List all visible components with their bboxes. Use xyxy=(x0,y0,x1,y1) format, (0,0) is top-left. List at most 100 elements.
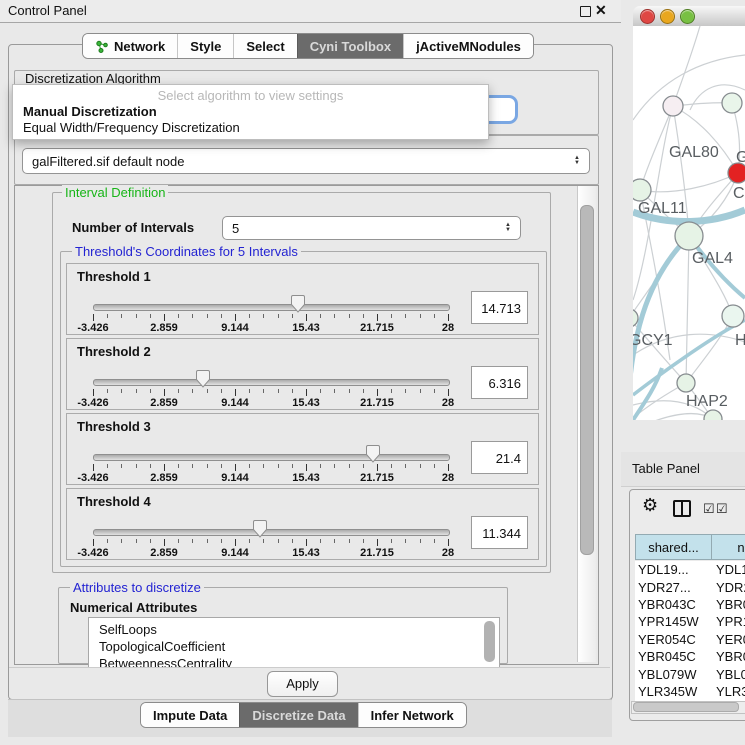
network-canvas[interactable]: GAL80GACGAL11GAL4GCY1HHAP2 xyxy=(633,26,745,420)
threshold-4-slider-thumb[interactable] xyxy=(252,519,268,539)
interval-definition-title: Interval Definition xyxy=(62,185,168,200)
tab-impute-data[interactable]: Impute Data xyxy=(141,703,239,727)
horizontal-scrollbar-thumb[interactable] xyxy=(633,702,739,712)
network-node[interactable] xyxy=(728,163,745,183)
attribute-item-topologicalcoefficient[interactable]: TopologicalCoefficient xyxy=(89,638,499,655)
slider-tick xyxy=(391,539,392,543)
checkbox-icon[interactable]: ☑ xyxy=(716,501,728,517)
slider-tick xyxy=(377,539,378,546)
network-node[interactable] xyxy=(704,410,722,420)
tab-cyni-toolbox[interactable]: Cyni Toolbox xyxy=(297,34,403,58)
slider-tick xyxy=(107,314,108,318)
network-node[interactable] xyxy=(633,179,651,201)
tab-discretize-data[interactable]: Discretize Data xyxy=(239,703,357,727)
tab-style[interactable]: Style xyxy=(177,34,233,58)
slider-tick xyxy=(377,314,378,321)
table-cell-shared-name: YDR27... xyxy=(635,580,712,595)
tab-select[interactable]: Select xyxy=(233,34,296,58)
slider-tick xyxy=(292,539,293,543)
network-edge xyxy=(640,173,738,192)
threshold-3-slider-track[interactable] xyxy=(93,454,450,461)
column-header-shared-name[interactable]: shared... xyxy=(635,534,712,560)
slider-tick xyxy=(448,464,449,471)
threshold-1-value-field[interactable]: 14.713 xyxy=(471,291,528,324)
vertical-scrollbar-thumb[interactable] xyxy=(580,205,594,555)
close-light-icon[interactable] xyxy=(640,9,655,24)
network-node[interactable] xyxy=(677,374,695,392)
network-node[interactable] xyxy=(675,222,703,250)
close-icon[interactable]: ✕ xyxy=(595,2,607,19)
threshold-2-value-field[interactable]: 6.316 xyxy=(471,366,528,399)
table-cell-name: YER0 xyxy=(712,632,745,647)
attribute-item-selfloops[interactable]: SelfLoops xyxy=(89,621,499,638)
threshold-4-slider-track[interactable] xyxy=(93,529,450,536)
threshold-1-slider-thumb[interactable] xyxy=(290,294,306,314)
threshold-2-slider-track[interactable] xyxy=(93,379,450,386)
table-row[interactable]: YDL19...YDL1 xyxy=(635,561,745,578)
slider-tick xyxy=(207,389,208,393)
checkbox-icon[interactable]: ☑ xyxy=(703,501,715,517)
tab-infer-network[interactable]: Infer Network xyxy=(358,703,466,727)
slider-tick xyxy=(164,314,165,321)
node-table[interactable]: YDL19...YDL1YDR27...YDR2YBR043CYBR0YPR14… xyxy=(635,561,745,701)
table-row[interactable]: YER054CYER0 xyxy=(635,631,745,648)
algorithm-option-equal-width-frequency-discretization[interactable]: Equal Width/Frequency Discretization xyxy=(13,120,488,136)
tab-jactivemnodules[interactable]: jActiveMNodules xyxy=(403,34,533,58)
network-node[interactable] xyxy=(663,96,683,116)
split-view-icon[interactable] xyxy=(673,500,691,517)
slider-tick-label: -3.426 xyxy=(63,472,123,484)
slider-tick xyxy=(93,314,94,321)
threshold-panel-1: Threshold 1-3.4262.8599.14415.4321.71528… xyxy=(66,263,539,335)
minimize-light-icon[interactable] xyxy=(660,9,675,24)
table-row[interactable]: YLR345WYLR3 xyxy=(635,683,745,700)
table-data-combobox[interactable]: galFiltered.sif default node ▲▼ xyxy=(22,148,590,174)
column-header-name[interactable]: n xyxy=(711,534,745,560)
table-row[interactable]: YBR043CYBR0 xyxy=(635,596,745,613)
threshold-3-value-field[interactable]: 21.4 xyxy=(471,441,528,474)
algorithm-option-manual-discretization[interactable]: Manual Discretization xyxy=(13,104,488,120)
slider-tick xyxy=(263,464,264,468)
slider-tick xyxy=(363,389,364,393)
number-of-intervals-combobox[interactable]: 5 ▲▼ xyxy=(222,216,521,240)
threshold-4-value-field[interactable]: 11.344 xyxy=(471,516,528,549)
slider-tick xyxy=(121,539,122,543)
tab-network[interactable]: Network xyxy=(83,34,177,58)
slider-tick xyxy=(249,314,250,318)
tab-label: Select xyxy=(246,39,284,54)
slider-tick-label: -3.426 xyxy=(63,397,123,409)
slider-tick xyxy=(207,539,208,543)
threshold-3-slider-thumb[interactable] xyxy=(365,444,381,464)
slider-tick-label: 15.43 xyxy=(276,547,336,559)
table-row[interactable]: YPR145WYPR1 xyxy=(635,613,745,630)
table-row[interactable]: YBR045CYBR0 xyxy=(635,648,745,665)
table-cell-shared-name: YBR043C xyxy=(635,597,712,612)
slider-tick xyxy=(249,539,250,543)
gear-icon[interactable]: ⚙ xyxy=(642,495,658,516)
numerical-attributes-list[interactable]: SelfLoopsTopologicalCoefficientBetweenne… xyxy=(88,617,500,668)
threshold-2-slider-thumb[interactable] xyxy=(195,369,211,389)
slider-tick xyxy=(420,389,421,393)
slider-tick xyxy=(121,314,122,318)
slider-tick-label: 21.715 xyxy=(347,472,407,484)
threshold-1-slider-track[interactable] xyxy=(93,304,450,311)
slider-tick xyxy=(405,464,406,468)
network-node-label: GCY1 xyxy=(633,332,673,349)
table-cell-shared-name: YDL19... xyxy=(635,562,712,577)
slider-tick xyxy=(434,389,435,393)
network-node[interactable] xyxy=(722,305,744,327)
slider-tick xyxy=(164,389,165,396)
table-cell-name: YPR1 xyxy=(712,614,745,629)
control-panel-tab-bar: NetworkStyle Select Cyni ToolboxjActiveMNo… xyxy=(82,33,534,59)
slider-tick-label: 9.144 xyxy=(205,547,265,559)
slider-tick xyxy=(121,389,122,393)
table-row[interactable]: YBL079WYBL0 xyxy=(635,665,745,682)
float-window-icon[interactable] xyxy=(580,6,591,17)
attributes-scrollbar-thumb[interactable] xyxy=(484,621,495,662)
network-node[interactable] xyxy=(722,93,742,113)
table-row[interactable]: YDR27...YDR2 xyxy=(635,578,745,595)
network-node-label: C xyxy=(733,185,745,202)
apply-button[interactable]: Apply xyxy=(267,671,338,697)
slider-tick-label: 9.144 xyxy=(205,397,265,409)
slider-tick-label: 28 xyxy=(418,397,478,409)
zoom-light-icon[interactable] xyxy=(680,9,695,24)
